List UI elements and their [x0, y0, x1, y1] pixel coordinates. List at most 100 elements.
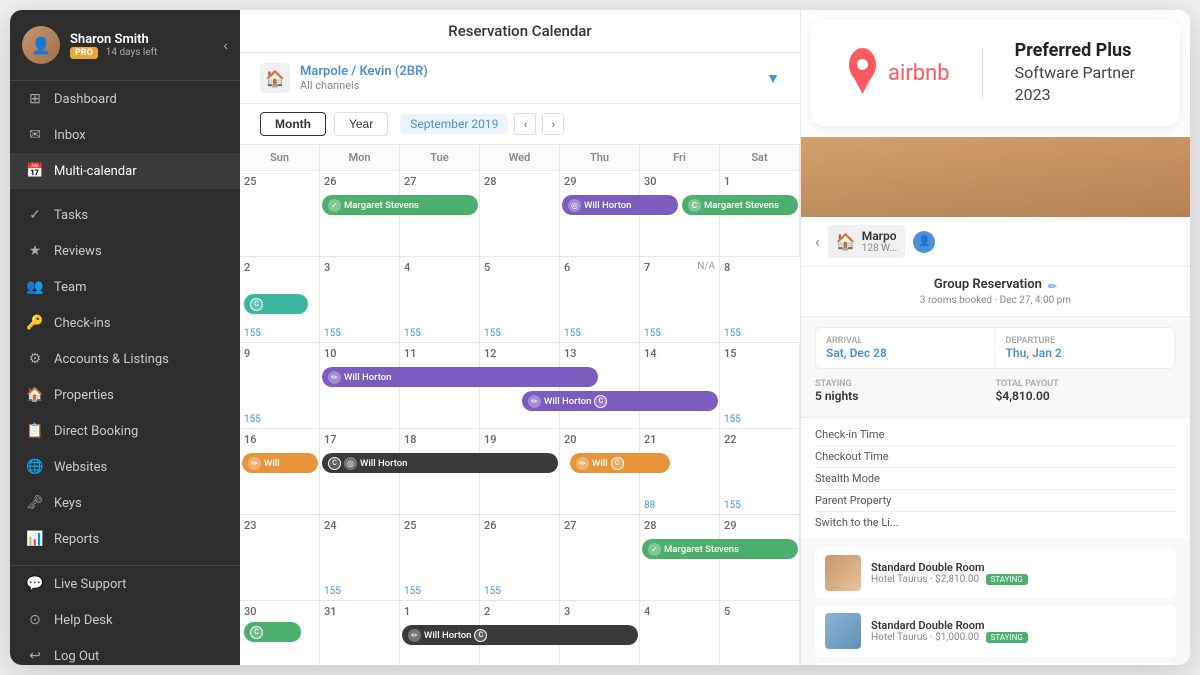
res-will-oct[interactable]: ✏ Will Horton C	[402, 625, 638, 645]
cell-7[interactable]: 7155N/A	[640, 257, 720, 342]
res-will-3b[interactable]: ✏ Will Horton C	[522, 391, 718, 411]
checkout-label: Checkout Time	[815, 450, 889, 463]
cell-14[interactable]: 14	[640, 343, 720, 428]
room-item-2[interactable]: Standard Double Room Hotel Taurus · $1,0…	[815, 605, 1176, 657]
res-margaret-2[interactable]: C Margaret Stevens	[682, 195, 798, 215]
res-icon: ✓	[328, 199, 341, 212]
staying-cell: STAYING 5 nights	[815, 375, 996, 407]
sidebar-item-keys[interactable]: 🗝 Keys	[10, 485, 240, 521]
cell-oct-5[interactable]: 5155	[720, 601, 800, 665]
cell-5[interactable]: 5155	[480, 257, 560, 342]
sidebar-item-inbox[interactable]: ✉ Inbox	[10, 117, 240, 153]
sidebar-item-accounts-listings[interactable]: ⚙ Accounts & Listings	[10, 341, 240, 377]
back-arrow-icon[interactable]: ‹	[815, 232, 820, 251]
app-container: 👤 Sharon Smith PRO 14 days left ‹ ⊞ Dash…	[10, 10, 1190, 665]
right-panel: airbnb Preferred Plus Software Partner 2…	[800, 10, 1190, 665]
field-rows: Check-in Time Checkout Time Stealth Mode…	[801, 417, 1190, 539]
chat-icon: 💬	[26, 575, 44, 593]
view-controls: Month Year September 2019 ‹ ›	[240, 104, 800, 145]
room-img-2	[825, 613, 861, 649]
view-month-btn[interactable]: Month	[260, 112, 326, 136]
sidebar-item-reviews[interactable]: ★ Reviews	[10, 233, 240, 269]
group-res-title: Group Reservation	[934, 277, 1042, 292]
cell-15[interactable]: 15155	[720, 343, 800, 428]
res-margaret-fri[interactable]: ✓ Margaret Stevens	[642, 539, 798, 559]
day-mon: Mon	[320, 145, 400, 170]
room-item-1[interactable]: Standard Double Room Hotel Taurus · $2,8…	[815, 547, 1176, 599]
res-will-1[interactable]: ◎ Will Horton	[562, 195, 678, 215]
cell-27b[interactable]: 27	[560, 515, 640, 600]
pen-icon-5: ✏	[408, 629, 421, 642]
property-dropdown-icon[interactable]: ▼	[766, 70, 780, 87]
property-info: Marpole / Kevin (2BR) All channels	[300, 64, 756, 92]
week-row-1: 25 26 27 28 29 30 1 ✓ Margaret Stevens ◎…	[240, 171, 800, 257]
room-img-1	[825, 555, 861, 591]
next-month-btn[interactable]: ›	[542, 113, 564, 135]
airbnb-logo: airbnb	[835, 43, 950, 103]
sidebar-item-tasks[interactable]: ✓ Tasks	[10, 197, 240, 233]
cell-26[interactable]: 26155	[480, 515, 560, 600]
prev-month-btn[interactable]: ‹	[514, 113, 536, 135]
cell-oct-4[interactable]: 492	[640, 601, 720, 665]
cell-23[interactable]: 23	[240, 515, 320, 600]
edit-icon[interactable]: ✏	[1048, 280, 1057, 293]
sidebar-bottom: 💬 Live Support ⊙ Help Desk ↩ Log Out	[10, 565, 240, 665]
property-sub: All channels	[300, 79, 756, 92]
cell-25b[interactable]: 25155	[400, 515, 480, 600]
sidebar-item-logout[interactable]: ↩ Log Out	[10, 638, 240, 665]
res-will-fri[interactable]: ✏ Will C	[570, 453, 670, 473]
c-green-30[interactable]: C	[244, 622, 301, 642]
room-details-1: Standard Double Room Hotel Taurus · $2,8…	[871, 561, 1166, 585]
sidebar-item-team[interactable]: 👥 Team	[10, 269, 240, 305]
cell-30[interactable]: 30 C 155	[240, 601, 320, 665]
res-will-3a[interactable]: ✏ Will Horton	[322, 367, 598, 387]
sidebar-item-checkins[interactable]: 🔑 Check-ins	[10, 305, 240, 341]
star-icon: ★	[26, 242, 44, 260]
room-name-1: Standard Double Room	[871, 561, 1166, 574]
stealth-row: Stealth Mode	[815, 468, 1176, 490]
cell-3[interactable]: 3155	[320, 257, 400, 342]
pro-badge: PRO	[70, 47, 98, 59]
cell-4[interactable]: 4155	[400, 257, 480, 342]
room-hotel-2: Hotel Taurus · $1,000.00 STAYING	[871, 632, 1166, 643]
room-item-3[interactable]: Standard Double Room Hotel Taurus · $1,0…	[815, 663, 1176, 665]
res-will-sun[interactable]: ✏ Will	[242, 453, 318, 473]
group-res-sub: 3 rooms booked · Dec 27, 4:00 pm	[815, 295, 1176, 306]
prop-panel-name: Marpo	[862, 229, 898, 243]
cell-8[interactable]: 8155	[720, 257, 800, 342]
staying-badge-1: STAYING	[986, 574, 1028, 585]
cell-24[interactable]: 24155	[320, 515, 400, 600]
cell-6[interactable]: 6155	[560, 257, 640, 342]
week-row-5: 23 24155 25155 26155 27 28 29 ✓ Margaret…	[240, 515, 800, 601]
prop-info: Marpo 128 W...	[862, 229, 898, 254]
sidebar-item-properties[interactable]: 🏠 Properties	[10, 377, 240, 413]
badge-subtitle2: 2023	[1015, 84, 1135, 106]
cell-9[interactable]: 9155	[240, 343, 320, 428]
sidebar-item-help-desk[interactable]: ⊙ Help Desk	[10, 602, 240, 638]
res-margaret-1[interactable]: ✓ Margaret Stevens	[322, 195, 478, 215]
sidebar-item-dashboard[interactable]: ⊞ Dashboard	[10, 81, 240, 117]
pen-icon: ✏	[328, 371, 341, 384]
sidebar-item-reports[interactable]: 📊 Reports	[10, 521, 240, 557]
cell-2[interactable]: 2 C 155	[240, 257, 320, 342]
sidebar-item-direct-booking[interactable]: 📋 Direct Booking	[10, 413, 240, 449]
cell-31[interactable]: 31	[320, 601, 400, 665]
calendar-grid: Sun Mon Tue Wed Thu Fri Sat 25 26 27 28 …	[240, 145, 800, 665]
cell-28[interactable]: 28	[480, 171, 560, 256]
dates-grid: ARRIVAL Sat, Dec 28 DEPARTURE Thu, Jan 2	[815, 327, 1176, 369]
pen-icon-2: ✏	[528, 395, 541, 408]
view-year-btn[interactable]: Year	[334, 112, 388, 136]
sidebar-collapse-btn[interactable]: ‹	[223, 37, 228, 53]
c-block-2[interactable]: C	[244, 294, 308, 314]
sidebar-item-live-support[interactable]: 💬 Live Support	[10, 566, 240, 602]
cell-25[interactable]: 25	[240, 171, 320, 256]
cell-22[interactable]: 22155	[720, 429, 800, 514]
property-bar: 🏠 Marpole / Kevin (2BR) All channels ▼	[240, 53, 800, 104]
checkin-icon: 🔑	[26, 314, 44, 332]
res-will-dark[interactable]: C ◎ Will Horton	[322, 453, 558, 473]
sidebar-item-multi-calendar[interactable]: 📅 Multi-calendar	[10, 153, 240, 189]
sidebar-item-websites[interactable]: 🌐 Websites	[10, 449, 240, 485]
day-sat: Sat	[720, 145, 800, 170]
logout-icon: ↩	[26, 647, 44, 665]
month-label: September 2019	[400, 114, 508, 134]
